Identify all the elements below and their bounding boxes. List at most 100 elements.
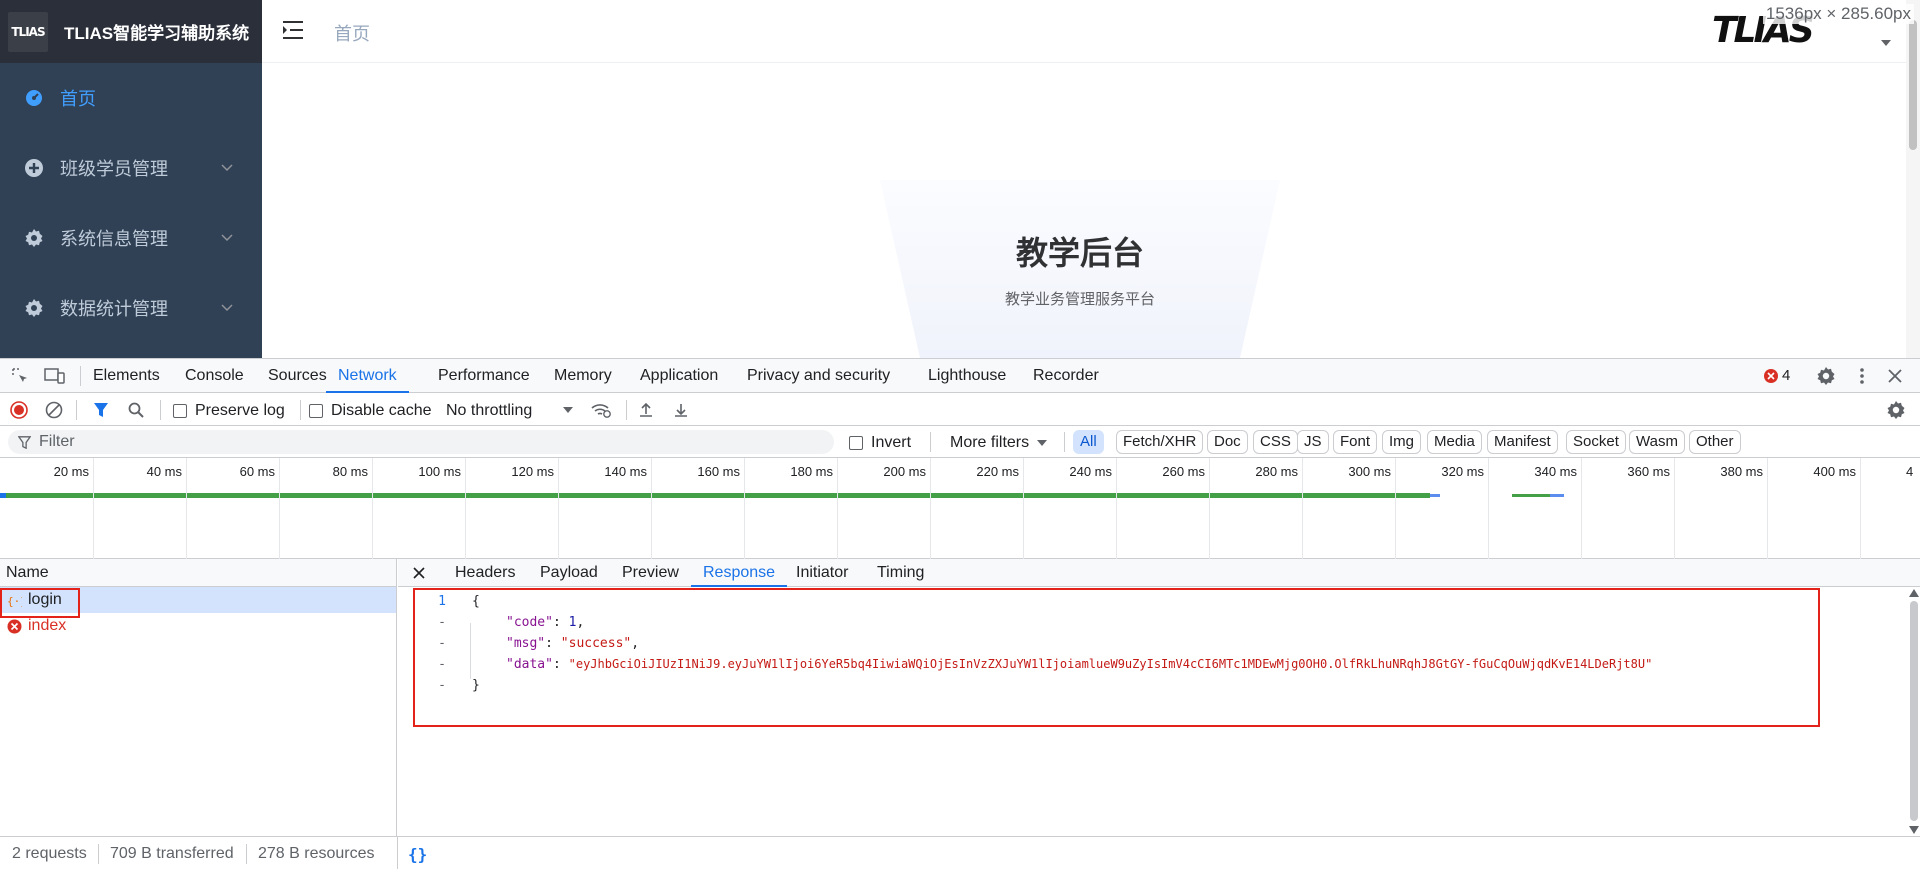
tab-payload[interactable]: Payload [540, 559, 598, 587]
error-counter[interactable]: 4 [1764, 367, 1790, 384]
type-filter-wasm[interactable]: Wasm [1629, 430, 1685, 454]
timeline-tick-label: 80 ms [332, 464, 368, 479]
timeline-grid-line [1860, 458, 1861, 559]
request-row-login[interactable]: {·} login [0, 587, 396, 613]
page-scrollbar[interactable] [1906, 0, 1920, 358]
more-vertical-icon[interactable] [1852, 366, 1872, 386]
timeline-grid-line [93, 458, 94, 559]
close-detail-icon[interactable] [412, 566, 426, 580]
checkbox-box[interactable] [309, 404, 323, 418]
pretty-print-icon[interactable]: {} [408, 845, 427, 864]
type-filter-all[interactable]: All [1073, 430, 1104, 454]
filter-input[interactable]: Filter [8, 430, 834, 454]
tab-lighthouse[interactable]: Lighthouse [928, 359, 1006, 393]
request-name: index [28, 617, 67, 634]
json-value: "eyJhbGciOiJIUzI1NiJ9.eyJuYW1lIjoi6YeR5b… [568, 657, 1653, 671]
upload-icon[interactable] [637, 401, 655, 419]
type-filter-socket[interactable]: Socket [1566, 430, 1626, 454]
throttling-select[interactable]: No throttling [446, 402, 532, 420]
tab-initiator[interactable]: Initiator [796, 559, 848, 587]
type-filter-css[interactable]: CSS [1253, 430, 1298, 454]
tab-timing[interactable]: Timing [877, 559, 924, 587]
device-toggle-icon[interactable] [44, 367, 66, 385]
hamburger-icon[interactable] [282, 20, 304, 42]
record-stop-icon[interactable] [10, 401, 28, 419]
tab-preview[interactable]: Preview [622, 559, 679, 587]
line-number: - [438, 615, 446, 630]
timeline-tick-label: 200 ms [883, 464, 926, 479]
inspect-element-icon[interactable] [10, 367, 30, 385]
tab-application[interactable]: Application [640, 359, 718, 393]
timeline-grid-line [1209, 458, 1210, 559]
type-filter-other[interactable]: Other [1689, 430, 1741, 454]
caret-down-icon[interactable] [1880, 34, 1892, 46]
request-list: Name {·} login index [0, 559, 397, 836]
timeline-grid-line [186, 458, 187, 559]
tab-sources[interactable]: Sources [268, 359, 327, 393]
timeline-grid-line [930, 458, 931, 559]
checkbox-box[interactable] [173, 404, 187, 418]
timeline-grid-line [1116, 458, 1117, 559]
code-text: { [472, 594, 480, 609]
clear-icon[interactable] [45, 401, 63, 419]
separator [626, 400, 627, 420]
timeline-tick-label: 220 ms [976, 464, 1019, 479]
tab-elements[interactable]: Elements [93, 359, 160, 393]
type-filter-manifest[interactable]: Manifest [1487, 430, 1558, 454]
breadcrumb[interactable]: 首页 [334, 20, 370, 46]
timeline-tick-label: 260 ms [1162, 464, 1205, 479]
response-body[interactable]: 1 { - "code": 1, - "msg": "success", - "… [398, 587, 1908, 836]
network-timeline-overview[interactable]: 20 ms 40 ms 60 ms 80 ms 100 ms 120 ms 140 ms 16… [0, 458, 1920, 559]
sidebar-item-label: 数据统计管理 [60, 299, 168, 319]
tab-performance[interactable]: Performance [438, 359, 530, 393]
sidebar-item-class-student[interactable]: 班级学员管理 [0, 133, 262, 203]
type-filter-img[interactable]: Img [1382, 430, 1422, 454]
tab-response[interactable]: Response [691, 559, 788, 587]
preserve-log-checkbox[interactable]: Preserve log [173, 402, 285, 420]
caret-down-icon [1037, 440, 1048, 446]
type-filter-font[interactable]: Font [1333, 430, 1378, 454]
filter-funnel-icon[interactable] [92, 401, 110, 419]
code-text: "data": "eyJhbGciOiJIUzI1NiJ9.eyJuYW1lIj… [506, 657, 1653, 672]
type-filter-media[interactable]: Media [1427, 430, 1482, 454]
tab-memory[interactable]: Memory [554, 359, 612, 393]
sidebar-item-data-stats[interactable]: 数据统计管理 [0, 273, 262, 343]
type-filter-js[interactable]: JS [1297, 430, 1329, 454]
disable-cache-checkbox[interactable]: Disable cache [309, 402, 432, 420]
sidebar: TLIAS TLIAS智能学习辅助系统 首页 班级学员管理 系统信息管理 数据统… [0, 0, 262, 358]
timeline-tick-label: 180 ms [790, 464, 833, 479]
sidebar-item-system-info[interactable]: 系统信息管理 [0, 203, 262, 273]
tab-console[interactable]: Console [185, 359, 244, 393]
scrollbar-thumb[interactable] [1909, 20, 1917, 150]
tab-headers[interactable]: Headers [455, 559, 515, 587]
tab-recorder[interactable]: Recorder [1033, 359, 1099, 393]
type-filter-fetch-xhr[interactable]: Fetch/XHR [1116, 430, 1204, 454]
separator [397, 837, 398, 869]
resources-size: 278 B resources [258, 845, 375, 862]
devtools-panel: Elements Console Sources Network Perform… [0, 358, 1920, 869]
caret-down-icon[interactable] [562, 406, 574, 414]
search-icon[interactable] [127, 401, 145, 419]
more-filters-dropdown[interactable]: More filters [950, 434, 1048, 452]
tab-privacy-security[interactable]: Privacy and security [747, 359, 890, 393]
tab-network[interactable]: Network [326, 359, 409, 393]
request-row-index[interactable]: index [0, 613, 396, 639]
response-scrollbar[interactable] [1908, 587, 1920, 836]
column-header-name[interactable]: Name [0, 559, 396, 587]
network-conditions-icon[interactable] [590, 401, 612, 419]
request-name: login [28, 591, 62, 608]
chevron-down-icon [220, 231, 234, 245]
type-filter-doc[interactable]: Doc [1207, 430, 1248, 454]
network-settings-gear-icon[interactable] [1886, 400, 1906, 420]
sidebar-item-home[interactable]: 首页 [0, 63, 262, 133]
checkbox-box[interactable] [849, 436, 863, 450]
download-icon[interactable] [672, 401, 690, 419]
settings-gear-icon[interactable] [1816, 366, 1836, 386]
invert-checkbox[interactable]: Invert [849, 434, 911, 452]
timeline-tick-label: 4 [1906, 464, 1914, 479]
scrollbar-thumb[interactable] [1910, 601, 1918, 821]
line-number: - [438, 657, 446, 672]
close-devtools-icon[interactable] [1886, 367, 1904, 385]
request-detail-pane: Headers Payload Preview Response Initiat… [398, 559, 1920, 836]
timeline-grid-line [651, 458, 652, 559]
